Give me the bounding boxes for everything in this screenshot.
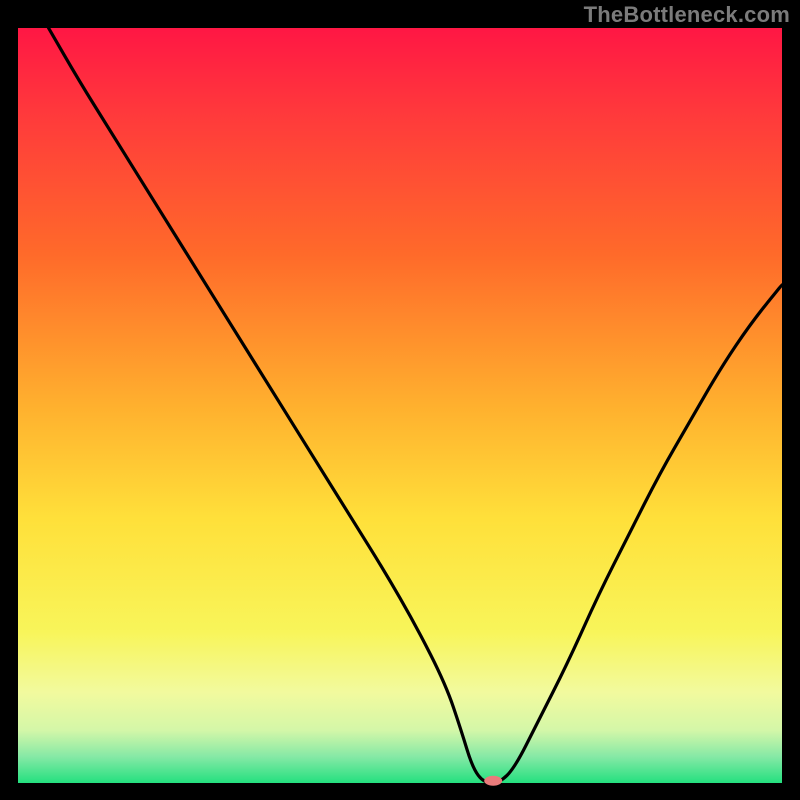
- chart-frame: TheBottleneck.com: [0, 0, 800, 800]
- bottleneck-chart: [0, 0, 800, 800]
- plot-background: [18, 28, 782, 783]
- optimal-marker: [484, 776, 502, 786]
